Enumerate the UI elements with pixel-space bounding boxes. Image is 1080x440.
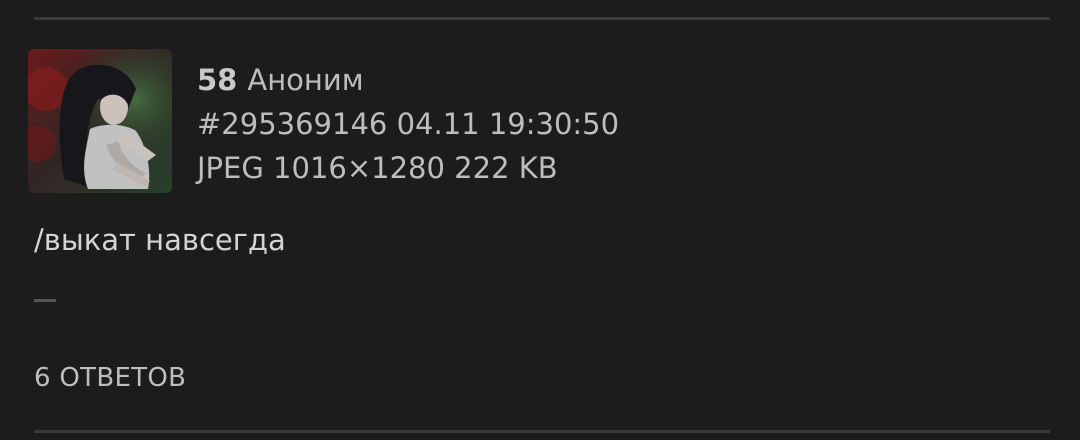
post-card: 58 Аноним #295369146 04.11 19:30:50 JPEG … [0,0,1080,440]
post-header-line: 58 Аноним [197,58,619,102]
post-image-thumbnail[interactable] [28,49,172,193]
post-datetime: 04.11 19:30:50 [396,107,620,141]
post-meta: 58 Аноним #295369146 04.11 19:30:50 JPEG … [197,58,619,190]
anime-girl-image [28,49,172,193]
replies-button[interactable]: 6 ОТВЕТОВ [34,358,186,398]
small-watermark-mark [34,299,56,302]
top-divider [34,17,1050,20]
post-author: Аноним [247,63,364,97]
post-id-line: #295369146 04.11 19:30:50 [197,102,619,146]
bottom-divider [34,430,1050,433]
post-number[interactable]: 58 [197,63,237,97]
file-info: JPEG 1016×1280 222 KB [197,151,558,185]
post-body-text: /выкат навсегда [34,223,286,257]
post-id[interactable]: #295369146 [197,107,387,141]
